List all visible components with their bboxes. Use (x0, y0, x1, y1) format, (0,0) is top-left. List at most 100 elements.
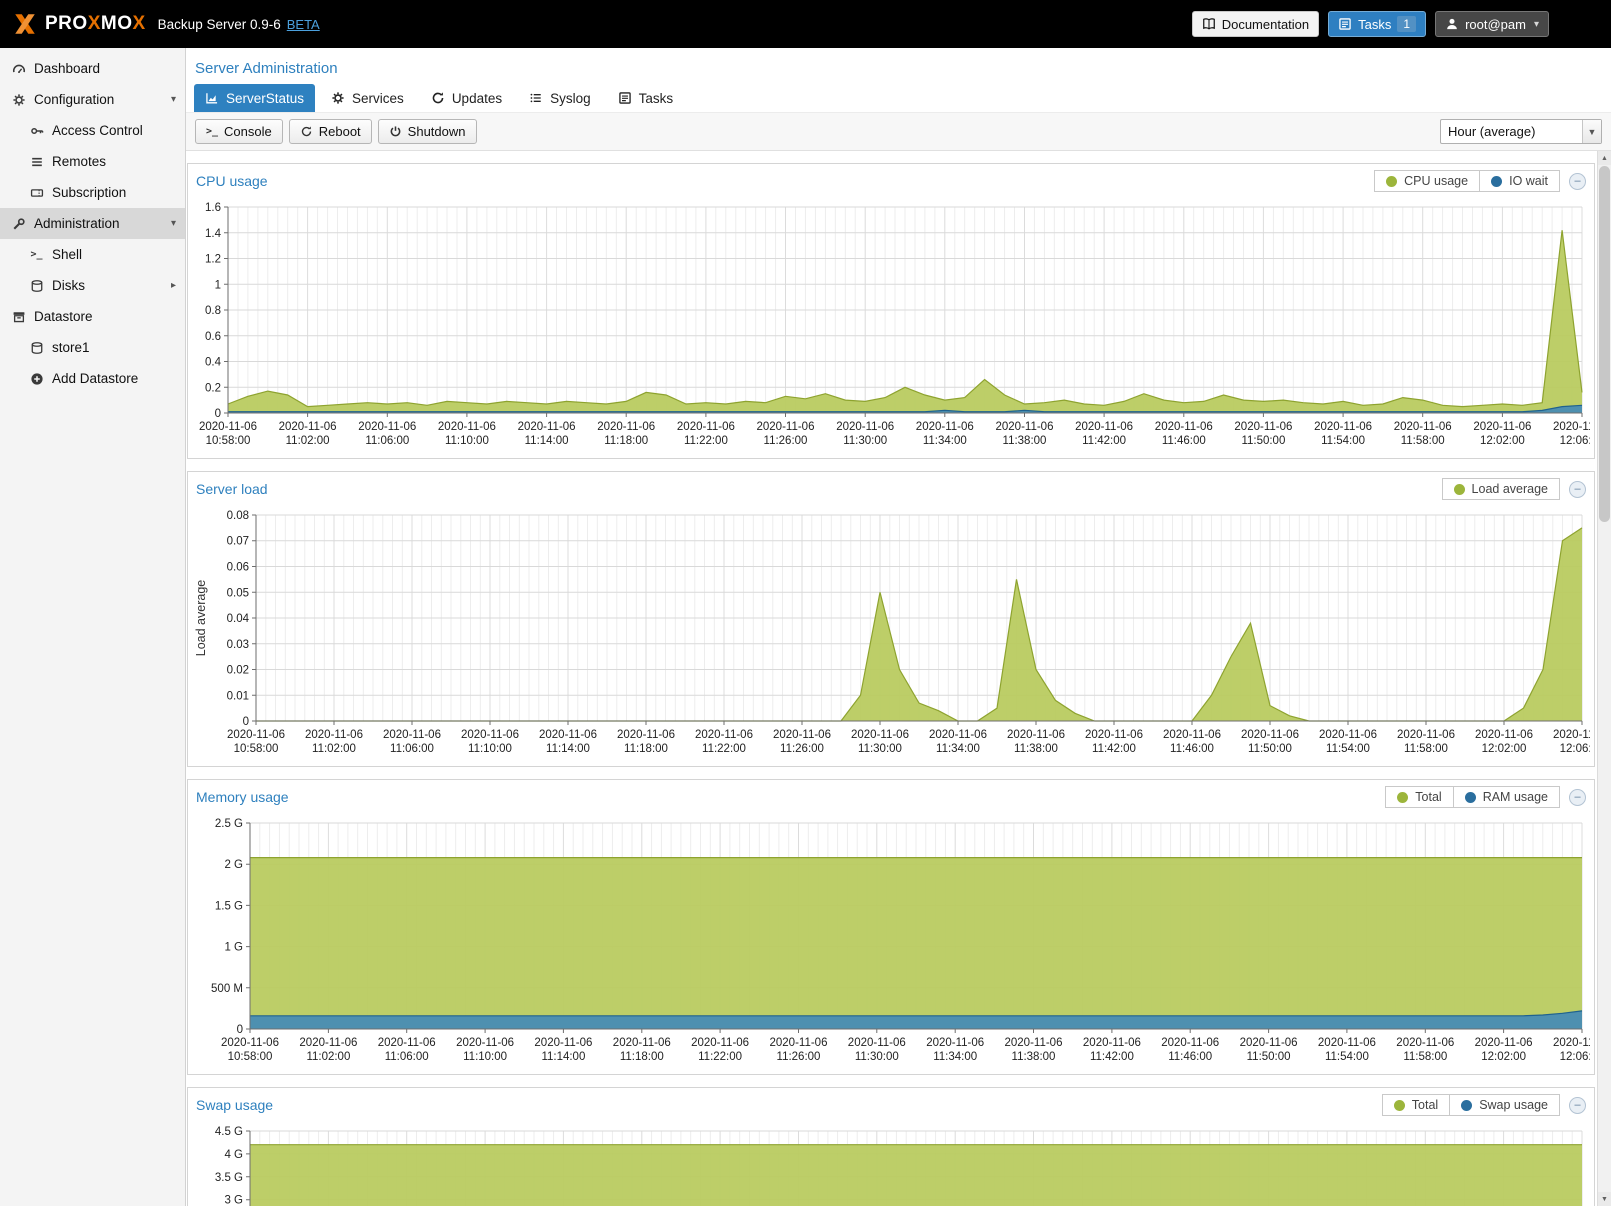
svg-text:11:58:00: 11:58:00 (1404, 743, 1448, 755)
svg-text:2020-11-06: 2020-11-06 (1394, 421, 1452, 433)
svg-text:2020-11-06: 2020-11-06 (996, 421, 1054, 433)
tree-collapsed-arrow-icon[interactable]: ▸ (171, 280, 176, 291)
svg-text:2020-11-06: 2020-11-06 (1005, 1037, 1063, 1049)
tree-expanded-arrow-icon[interactable]: ▾ (171, 94, 176, 105)
shutdown-button[interactable]: Shutdown (378, 119, 477, 144)
sidebar-item-datastore[interactable]: Datastore (0, 301, 185, 332)
user-menu-button[interactable]: root@pam ▾ (1435, 11, 1549, 37)
svg-text:2020-11-06: 2020-11-06 (677, 421, 735, 433)
tab-serverstatus[interactable]: ServerStatus (194, 84, 315, 112)
beta-link[interactable]: BETA (287, 17, 320, 32)
tab-services[interactable]: Services (320, 84, 415, 112)
legend-item: Swap usage (1449, 1094, 1560, 1116)
sidebar-item-shell[interactable]: >_ Shell (0, 239, 185, 270)
svg-text:11:30:00: 11:30:00 (858, 743, 902, 755)
sidebar-item-remotes[interactable]: Remotes (0, 146, 185, 177)
sidebar-item-administration[interactable]: Administration ▾ (0, 208, 185, 239)
svg-text:1: 1 (215, 279, 221, 291)
svg-text:11:06:00: 11:06:00 (385, 1051, 429, 1063)
svg-text:11:42:00: 11:42:00 (1082, 435, 1126, 447)
svg-text:1 G: 1 G (224, 942, 243, 954)
legend-dot (1491, 176, 1502, 187)
svg-text:11:34:00: 11:34:00 (923, 435, 967, 447)
svg-text:11:34:00: 11:34:00 (933, 1051, 977, 1063)
proxmox-logo: PROXMOX (12, 11, 146, 37)
list-lines-icon (529, 91, 543, 105)
svg-text:4 G: 4 G (224, 1149, 243, 1161)
svg-text:3.5 G: 3.5 G (215, 1172, 243, 1184)
documentation-button[interactable]: Documentation (1192, 11, 1319, 37)
book-icon (1202, 17, 1216, 31)
svg-text:11:02:00: 11:02:00 (312, 743, 356, 755)
page-title: Server Administration (195, 60, 338, 77)
legend-item: Total (1385, 786, 1453, 808)
chart-legend: TotalSwap usage (1382, 1094, 1560, 1116)
svg-text:11:54:00: 11:54:00 (1321, 435, 1365, 447)
reboot-button[interactable]: Reboot (289, 119, 372, 144)
sidebar-item-subscription[interactable]: Subscription (0, 177, 185, 208)
tree-expanded-arrow-icon[interactable]: ▾ (171, 218, 176, 229)
sidebar-item-label: Subscription (52, 185, 126, 200)
svg-text:2020-11-06: 2020-11-06 (597, 421, 655, 433)
svg-text:11:06:00: 11:06:00 (390, 743, 434, 755)
svg-text:11:14:00: 11:14:00 (525, 435, 569, 447)
scroll-up-arrow-icon[interactable]: ▲ (1598, 151, 1611, 165)
tab-syslog[interactable]: Syslog (518, 84, 602, 112)
svg-text:2020-11-06: 2020-11-06 (438, 421, 496, 433)
svg-text:0.4: 0.4 (205, 357, 222, 369)
svg-text:12:02:00: 12:02:00 (1482, 743, 1527, 755)
tab-updates[interactable]: Updates (420, 84, 513, 112)
console-button[interactable]: >_ Console (195, 119, 283, 144)
svg-text:0.08: 0.08 (227, 510, 249, 522)
svg-text:11:02:00: 11:02:00 (306, 1051, 350, 1063)
svg-text:2020-11-06: 2020-11-06 (534, 1037, 592, 1049)
caret-down-icon: ▾ (1534, 19, 1539, 30)
scrollbar-thumb[interactable] (1599, 166, 1610, 522)
terminal-icon: >_ (28, 247, 45, 262)
chart-legend: Load average (1442, 478, 1560, 500)
svg-text:2020-11-06: 2020-11-06 (518, 421, 576, 433)
svg-text:11:38:00: 11:38:00 (1003, 435, 1047, 447)
time-range-select[interactable]: Hour (average) ▼ (1440, 119, 1602, 144)
panel-collapse-icon[interactable]: – (1569, 173, 1586, 190)
panel-collapse-icon[interactable]: – (1569, 1097, 1586, 1114)
svg-text:2020-11-06: 2020-11-06 (926, 1037, 984, 1049)
sidebar-item-dashboard[interactable]: Dashboard (0, 53, 185, 84)
svg-text:2020-11-06: 2020-11-06 (773, 729, 831, 741)
svg-text:11:46:00: 11:46:00 (1170, 743, 1214, 755)
server-load-panel: Server load Load average – 0.080.070.060… (187, 471, 1595, 767)
svg-text:0.01: 0.01 (227, 690, 249, 702)
sidebar-item-store1[interactable]: store1 (0, 332, 185, 363)
database-icon (28, 340, 45, 355)
svg-text:2020-11-06: 2020-11-06 (461, 729, 519, 741)
product-version: Backup Server 0.9-6 (158, 17, 281, 32)
svg-text:2020-11-06: 2020-11-06 (1553, 421, 1590, 433)
scroll-down-arrow-icon[interactable]: ▼ (1598, 1192, 1611, 1206)
vertical-scrollbar[interactable]: ▲ ▼ (1597, 151, 1611, 1206)
charts-scroll-region: CPU usage CPU usageIO wait – 1.61.41.210… (186, 151, 1611, 1206)
svg-text:2020-11-06: 2020-11-06 (1075, 421, 1133, 433)
sidebar-item-label: Shell (52, 247, 82, 262)
svg-text:2020-11-06: 2020-11-06 (1234, 421, 1292, 433)
swap-usage-chart: 4.5 G4 G3.5 G3 G2.5 G2 G1.5 G1 G500 M020… (188, 1121, 1594, 1206)
tab-label: Tasks (639, 91, 674, 106)
svg-text:11:06:00: 11:06:00 (365, 435, 409, 447)
documentation-label: Documentation (1222, 17, 1309, 32)
svg-text:0.03: 0.03 (227, 639, 249, 651)
panel-title: Swap usage (196, 1097, 273, 1113)
panel-collapse-icon[interactable]: – (1569, 481, 1586, 498)
svg-text:2020-11-06: 2020-11-06 (770, 1037, 828, 1049)
sidebar-item-access-control[interactable]: Access Control (0, 115, 185, 146)
sidebar-item-label: Configuration (34, 92, 114, 107)
sidebar-item-add-datastore[interactable]: Add Datastore (0, 363, 185, 394)
svg-text:11:54:00: 11:54:00 (1326, 743, 1370, 755)
legend-item: CPU usage (1374, 170, 1480, 192)
panel-collapse-icon[interactable]: – (1569, 789, 1586, 806)
sidebar-item-disks[interactable]: Disks ▸ (0, 270, 185, 301)
panel-title: Memory usage (196, 789, 289, 805)
tab-tasks[interactable]: Tasks (607, 84, 685, 112)
tasks-button[interactable]: Tasks 1 (1328, 11, 1426, 37)
legend-dot (1454, 484, 1465, 495)
reboot-label: Reboot (319, 124, 361, 139)
sidebar-item-configuration[interactable]: Configuration ▾ (0, 84, 185, 115)
